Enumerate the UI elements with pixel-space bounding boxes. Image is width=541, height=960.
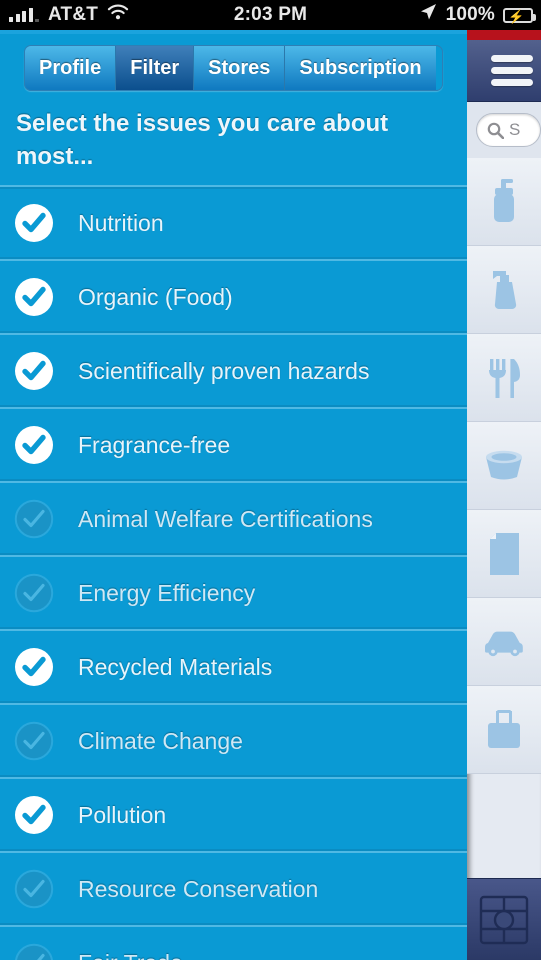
category-automotive[interactable] xyxy=(467,598,541,686)
checkbox-unchecked-icon[interactable] xyxy=(14,721,54,761)
tab-bar-wrapper: Profile Filter Stores Subscription xyxy=(0,34,467,101)
issue-row[interactable]: Fragrance-free xyxy=(0,409,467,483)
category-pet[interactable] xyxy=(467,422,541,510)
spray-bottle-icon xyxy=(484,266,524,314)
issue-row[interactable]: Pollution xyxy=(0,779,467,853)
issue-label: Animal Welfare Certifications xyxy=(78,505,373,532)
battery-charging-icon: ⚡ xyxy=(503,7,536,23)
category-personal-care[interactable] xyxy=(467,158,541,246)
search-icon xyxy=(487,122,505,139)
issue-row[interactable]: Resource Conservation xyxy=(0,853,467,927)
issue-label: Recycled Materials xyxy=(78,653,273,680)
issue-label: Fair Trade xyxy=(78,950,183,960)
status-bar-right: 100% ⚡ xyxy=(418,2,536,28)
pet-bowl-icon xyxy=(482,448,526,484)
issue-row[interactable]: Energy Efficiency xyxy=(0,557,467,631)
scan-toolbar xyxy=(467,878,541,960)
issue-label: Resource Conservation xyxy=(78,875,319,902)
checkbox-checked-icon[interactable] xyxy=(14,795,54,835)
tab-subscription[interactable]: Subscription xyxy=(285,46,436,90)
tab-profile[interactable]: Profile xyxy=(25,46,117,90)
filter-panel: Profile Filter Stores Subscription Selec… xyxy=(0,30,467,960)
issue-row[interactable]: Scientifically proven hazards xyxy=(0,335,467,409)
tab-stores[interactable]: Stores xyxy=(194,46,286,90)
search-input[interactable]: S xyxy=(476,113,541,147)
app-screen: AT&T 2:03 PM 100% ⚡ Profile Filter Store… xyxy=(0,0,541,960)
checkbox-checked-icon[interactable] xyxy=(14,647,54,687)
issue-row[interactable]: Fair Trade xyxy=(0,927,467,960)
fork-knife-icon xyxy=(484,354,524,402)
category-food[interactable] xyxy=(467,334,541,422)
category-cleaning[interactable] xyxy=(467,246,541,334)
scanner-target-icon[interactable] xyxy=(478,894,530,946)
hamburger-menu-icon[interactable] xyxy=(491,55,533,86)
category-paper[interactable] xyxy=(467,510,541,598)
issue-row[interactable]: Climate Change xyxy=(0,705,467,779)
issue-label: Organic (Food) xyxy=(78,283,233,310)
issue-row[interactable]: Organic (Food) xyxy=(0,261,467,335)
side-panel: S xyxy=(467,30,541,960)
battery-percent-label: 100% xyxy=(445,4,495,25)
issue-label: Climate Change xyxy=(78,727,243,754)
category-luggage[interactable] xyxy=(467,686,541,774)
segmented-control[interactable]: Profile Filter Stores Subscription xyxy=(24,45,443,91)
checkbox-unchecked-icon[interactable] xyxy=(14,943,54,960)
red-accent-bar xyxy=(467,30,541,40)
search-bar-area: S xyxy=(467,102,541,158)
issue-label: Energy Efficiency xyxy=(78,579,256,606)
issue-row[interactable]: Nutrition xyxy=(0,187,467,261)
car-icon xyxy=(480,627,528,657)
page-title: Select the issues you care about most... xyxy=(0,101,467,187)
status-bar: AT&T 2:03 PM 100% ⚡ xyxy=(0,0,541,30)
location-arrow-icon xyxy=(418,2,438,28)
issue-label: Fragrance-free xyxy=(78,431,231,458)
checkbox-checked-icon[interactable] xyxy=(14,351,54,391)
checkbox-checked-icon[interactable] xyxy=(14,203,54,243)
checkbox-unchecked-icon[interactable] xyxy=(14,573,54,613)
issue-row[interactable]: Recycled Materials xyxy=(0,631,467,705)
paper-document-icon xyxy=(485,531,523,577)
side-panel-navbar xyxy=(467,40,541,102)
issue-label: Nutrition xyxy=(78,209,164,236)
issues-list: Nutrition Organic (Food) Scientifically pr… xyxy=(0,187,467,960)
pump-bottle-icon xyxy=(484,178,524,226)
checkbox-checked-icon[interactable] xyxy=(14,277,54,317)
issue-label: Scientifically proven hazards xyxy=(78,357,370,384)
luggage-icon xyxy=(484,708,524,752)
search-value: S xyxy=(509,120,521,139)
issue-label: Pollution xyxy=(78,801,167,828)
tab-filter[interactable]: Filter xyxy=(116,46,195,90)
checkbox-checked-icon[interactable] xyxy=(14,425,54,465)
checkbox-unchecked-icon[interactable] xyxy=(14,499,54,539)
checkbox-unchecked-icon[interactable] xyxy=(14,869,54,909)
issue-row[interactable]: Animal Welfare Certifications xyxy=(0,483,467,557)
